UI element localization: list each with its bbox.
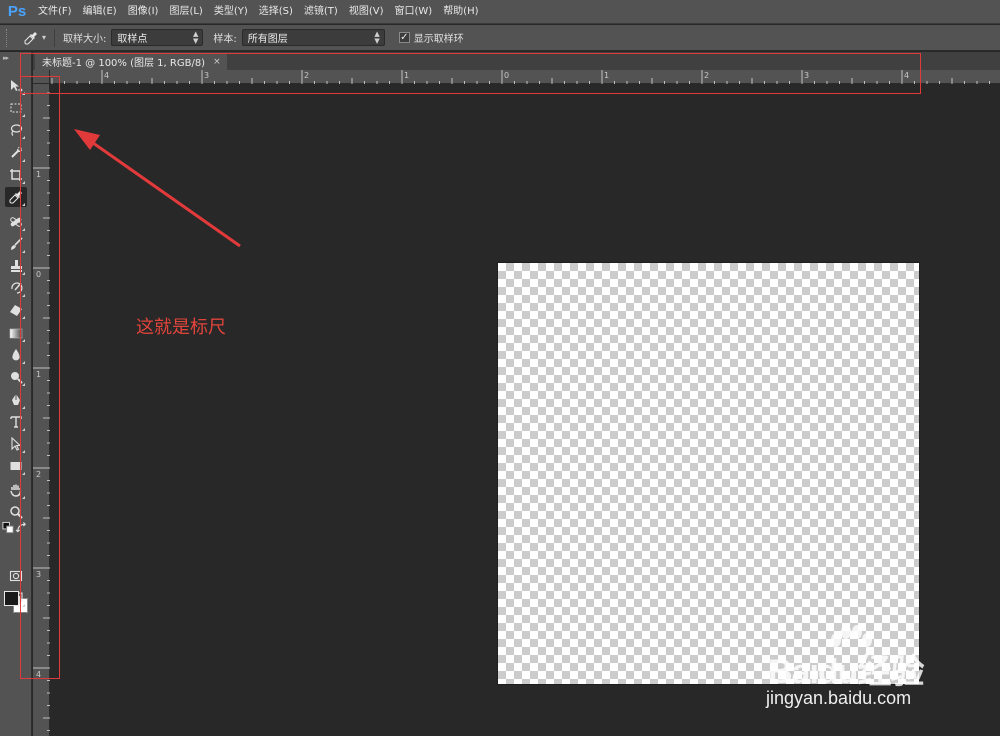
menu-view[interactable]: 视图(V) <box>343 0 389 24</box>
options-bar-grip[interactable] <box>6 28 12 47</box>
sample-select[interactable]: 所有图层 ▲ ▼ <box>241 29 385 46</box>
document-tab[interactable]: 未标题-1 @ 100% (图层 1, RGB/8) × <box>35 53 227 70</box>
ruler-label: 1 <box>36 370 41 379</box>
close-icon[interactable]: × <box>213 57 221 67</box>
move-tool-icon[interactable] <box>5 76 27 96</box>
ruler-label: 2 <box>304 71 309 80</box>
show-sampling-ring-checkbox[interactable]: ✓ <box>398 32 410 43</box>
history-brush-tool-icon[interactable] <box>5 278 27 298</box>
brush-tool-icon[interactable] <box>5 234 27 254</box>
crop-tool-icon[interactable] <box>5 165 27 185</box>
ruler-label: 4 <box>104 71 109 80</box>
lasso-tool-icon[interactable] <box>5 120 27 140</box>
eraser-tool-icon[interactable] <box>5 300 27 320</box>
ruler-label: 0 <box>36 270 41 279</box>
sample-size-select[interactable]: 取样点 ▲ ▼ <box>111 29 204 46</box>
eyedropper-tool-icon[interactable] <box>5 187 27 207</box>
sample-size-label: 取样大小: <box>63 34 107 45</box>
ruler-label: 0 <box>504 71 509 80</box>
app-logo: Ps <box>7 3 27 20</box>
menu-type[interactable]: 类型(Y) <box>208 0 253 24</box>
tools-panel: ▸▸ <box>0 52 32 736</box>
annotation-label: 这就是标尺 <box>136 317 226 338</box>
dodge-tool-icon[interactable] <box>5 367 27 387</box>
foreground-color-swatch[interactable] <box>4 591 19 606</box>
quick-mask-icon[interactable] <box>5 566 27 586</box>
gradient-tool-icon[interactable] <box>5 323 27 343</box>
menu-select[interactable]: 选择(S) <box>253 0 298 24</box>
ruler-label: 4 <box>904 71 909 80</box>
ruler-label: 1 <box>36 170 41 179</box>
vertical-ruler-ticks: 1 0 1 2 3 4 <box>33 92 50 731</box>
marquee-tool-icon[interactable] <box>5 98 27 118</box>
swap-colors-icon[interactable] <box>15 522 28 534</box>
show-sampling-ring-label: 显示取样环 <box>413 34 464 45</box>
vertical-ruler[interactable]: 1 0 1 2 3 4 <box>33 84 50 736</box>
ruler-label: 4 <box>36 670 41 679</box>
sample-size-value: 取样点 <box>117 34 148 45</box>
menu-bar: Ps 文件(F) 编辑(E) 图像(I) 图层(L) 类型(Y) 选择(S) 滤… <box>0 0 1000 24</box>
ruler-origin[interactable] <box>33 70 50 84</box>
transparent-canvas[interactable] <box>498 263 919 684</box>
ruler-label: 2 <box>36 470 41 479</box>
document-tab-title: 未标题-1 @ 100% (图层 1, RGB/8) <box>42 58 206 69</box>
ruler-label: 3 <box>36 570 41 579</box>
pen-tool-icon[interactable] <box>5 390 27 410</box>
menu-help[interactable]: 帮助(H) <box>437 0 483 24</box>
sample-label: 样本: <box>213 34 237 45</box>
blur-tool-icon[interactable] <box>5 345 27 365</box>
hand-tool-icon[interactable] <box>5 480 27 500</box>
options-divider <box>54 28 56 47</box>
zoom-tool-icon[interactable] <box>5 502 27 522</box>
tool-preset-dropdown-icon[interactable]: ▾ <box>42 33 46 42</box>
photoshop-window: Ps 文件(F) 编辑(E) 图像(I) 图层(L) 类型(Y) 选择(S) 滤… <box>0 0 1000 736</box>
sample-value: 所有图层 <box>247 34 288 45</box>
select-arrows-icon: ▲ ▼ <box>193 29 199 45</box>
collapse-panel-icon[interactable]: ▸▸ <box>3 54 9 62</box>
quick-selection-tool-icon[interactable] <box>5 143 27 163</box>
menu-layer[interactable]: 图层(L) <box>163 0 207 24</box>
ruler-label: 1 <box>604 71 609 80</box>
path-selection-tool-icon[interactable] <box>5 434 27 454</box>
select-arrows-icon: ▲ ▼ <box>374 29 380 45</box>
ruler-label: 2 <box>704 71 709 80</box>
menu-window[interactable]: 窗口(W) <box>388 0 437 24</box>
healing-brush-tool-icon[interactable] <box>5 212 27 232</box>
clone-stamp-tool-icon[interactable] <box>5 256 27 276</box>
menu-edit[interactable]: 编辑(E) <box>77 0 122 24</box>
horizontal-ruler-ticks: 4 3 2 1 0 1 2 3 4 <box>51 70 990 84</box>
rectangle-tool-icon[interactable] <box>5 456 27 476</box>
menu-image[interactable]: 图像(I) <box>122 0 164 24</box>
type-tool-icon[interactable] <box>5 412 27 432</box>
menu-file[interactable]: 文件(F) <box>32 0 77 24</box>
eyedropper-icon[interactable] <box>18 28 44 48</box>
horizontal-ruler[interactable]: 4 3 2 1 0 1 2 3 4 <box>50 70 1000 84</box>
menu-filter[interactable]: 滤镜(T) <box>298 0 343 24</box>
default-colors-icon[interactable] <box>2 521 15 534</box>
ruler-label: 3 <box>804 71 809 80</box>
ruler-label: 3 <box>204 71 209 80</box>
options-bar: ▾ 取样大小: 取样点 ▲ ▼ 样本: 所有图层 ▲ ▼ ✓ 显示取样环 <box>0 25 1000 51</box>
ruler-label: 1 <box>404 71 409 80</box>
